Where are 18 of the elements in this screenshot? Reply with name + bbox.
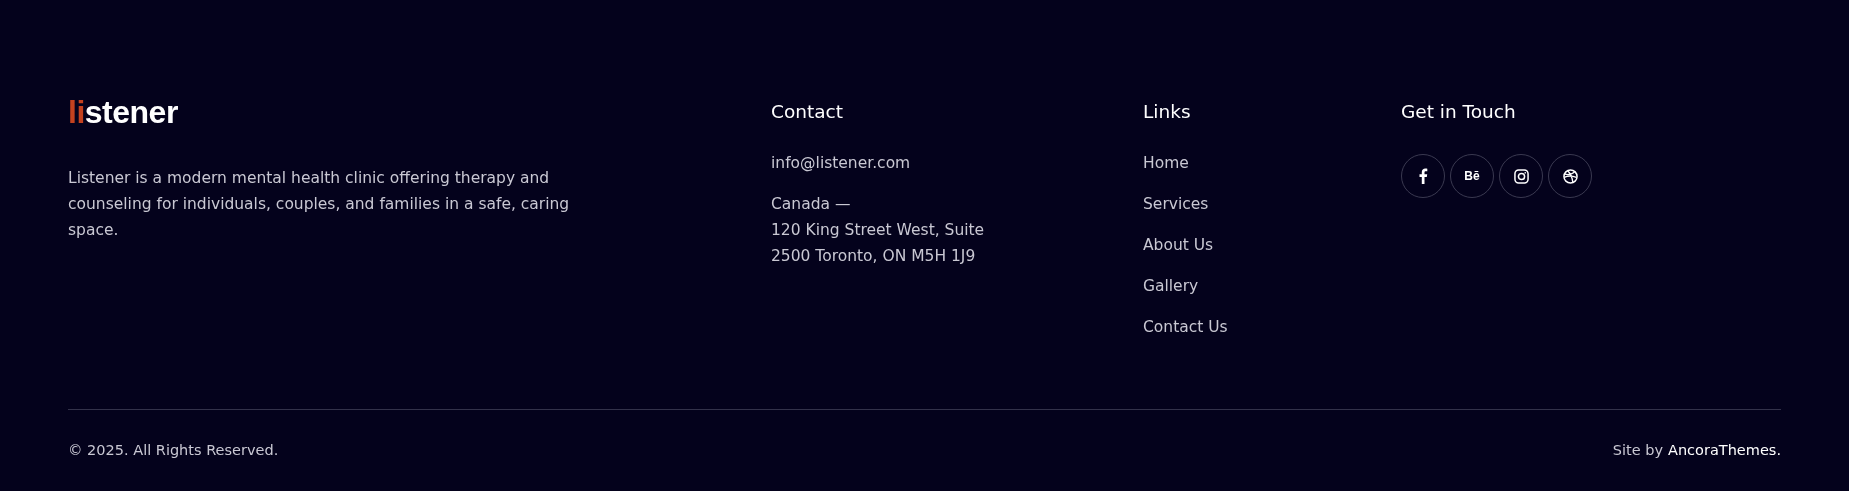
footer-link[interactable]: Gallery xyxy=(1143,274,1199,298)
footer-link[interactable]: About Us xyxy=(1143,233,1214,257)
column-heading: Contact xyxy=(771,100,843,124)
credit-link[interactable]: AncoraThemes. xyxy=(1668,442,1781,458)
column-heading: Get in Touch xyxy=(1401,100,1516,124)
column-heading: Links xyxy=(1143,100,1191,124)
email-link[interactable]: info@listener.com xyxy=(771,151,911,175)
basketball-icon xyxy=(1562,168,1578,184)
logo[interactable]: listener xyxy=(68,98,178,126)
footer-link[interactable]: Home xyxy=(1143,151,1189,175)
footer-link[interactable]: Contact Us xyxy=(1143,315,1228,339)
copyright-text: © 2025. All Rights Reserved. xyxy=(68,442,279,458)
address-text: Canada — 120 King Street West, Suite 2500 Toronto, ON M5H 1J9 xyxy=(771,194,985,267)
facebook-icon xyxy=(1418,168,1428,184)
description-text: Listener is a modern mental health clinic offering therapy and counseling for individuals, couples, and families in a safe, caring space. xyxy=(68,168,571,241)
credit-text: Site by xyxy=(1612,442,1663,458)
footer-link[interactable]: Services xyxy=(1143,192,1209,216)
instagram-icon xyxy=(1513,168,1529,184)
